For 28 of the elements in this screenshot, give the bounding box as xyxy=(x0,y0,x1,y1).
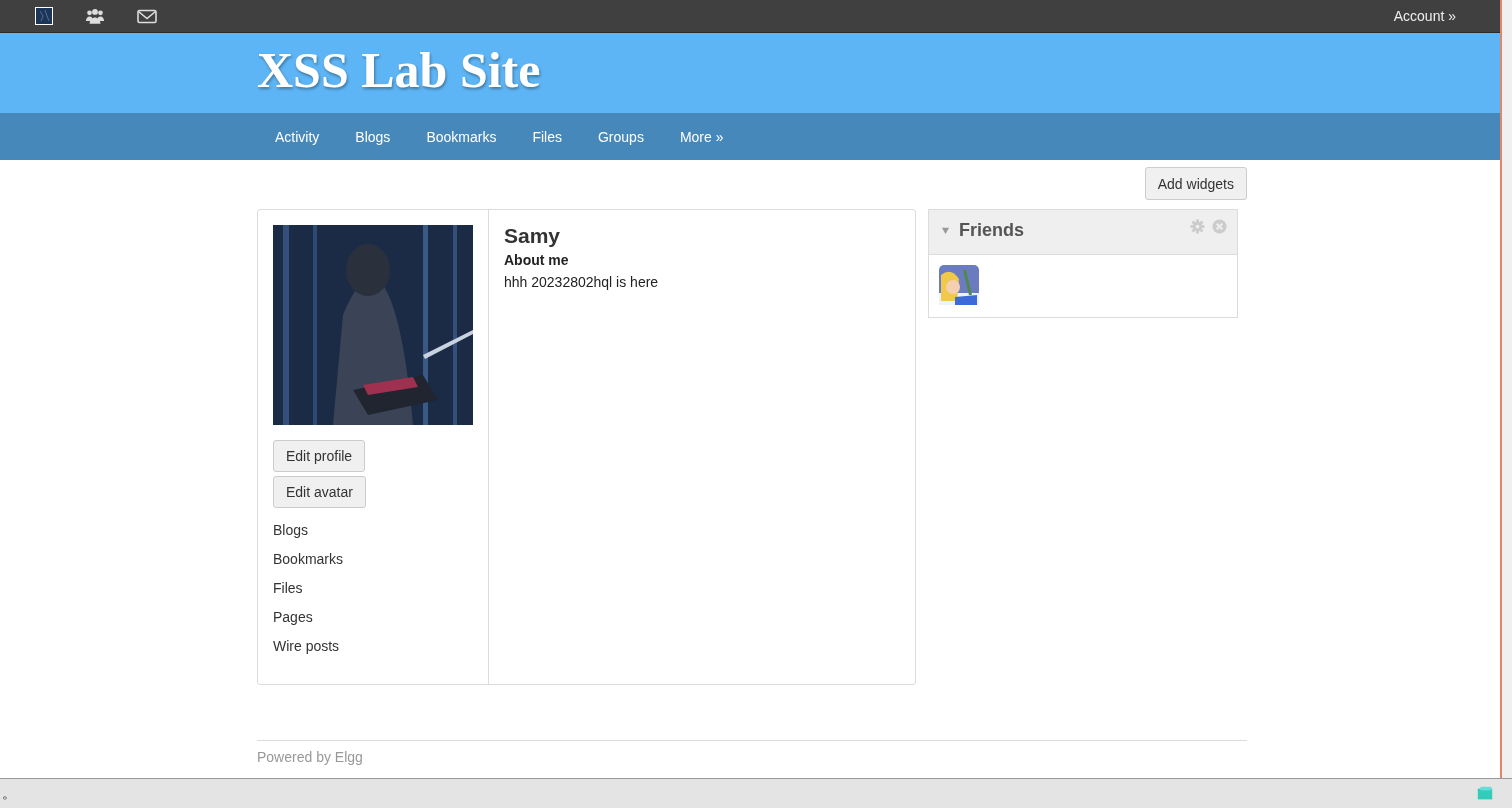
nav-link[interactable]: Groups xyxy=(579,128,662,145)
nav-link[interactable]: Files xyxy=(514,128,580,145)
about-text: hhh 20232802hql is here xyxy=(504,273,659,292)
nav-link[interactable]: More » xyxy=(661,128,742,145)
footer-text: Powered by Elgg xyxy=(257,749,363,765)
add-widgets-button[interactable]: Add widgets xyxy=(1144,167,1247,200)
avatar-icon[interactable] xyxy=(35,7,53,25)
profile-link[interactable]: Wire posts xyxy=(273,632,340,661)
profile-button[interactable]: Edit profile xyxy=(273,440,366,472)
user-name: Samy xyxy=(504,223,562,249)
profile-link[interactable]: Files xyxy=(273,574,303,603)
collapse-triangle-icon[interactable] xyxy=(941,225,950,235)
profile-link[interactable]: Pages xyxy=(273,603,313,632)
widget-title: Friends xyxy=(959,219,1025,241)
profile-link[interactable]: Blogs xyxy=(273,516,309,545)
mail-icon[interactable] xyxy=(137,7,157,25)
settings-icon[interactable] xyxy=(1190,219,1205,234)
profile-link[interactable]: Bookmarks xyxy=(273,545,344,574)
account-link[interactable]: Account » xyxy=(1393,8,1456,24)
close-icon[interactable] xyxy=(1212,219,1227,234)
profile-button[interactable]: Edit avatar xyxy=(273,476,366,508)
nav-link[interactable]: Blogs xyxy=(337,128,409,145)
nav-link[interactable]: Bookmarks xyxy=(408,128,515,145)
status-text: 。 xyxy=(2,784,16,803)
nav-link[interactable]: Activity xyxy=(257,128,338,145)
scrollbar[interactable] xyxy=(1500,0,1512,779)
users-icon[interactable] xyxy=(85,7,105,25)
about-heading: About me xyxy=(504,251,570,270)
